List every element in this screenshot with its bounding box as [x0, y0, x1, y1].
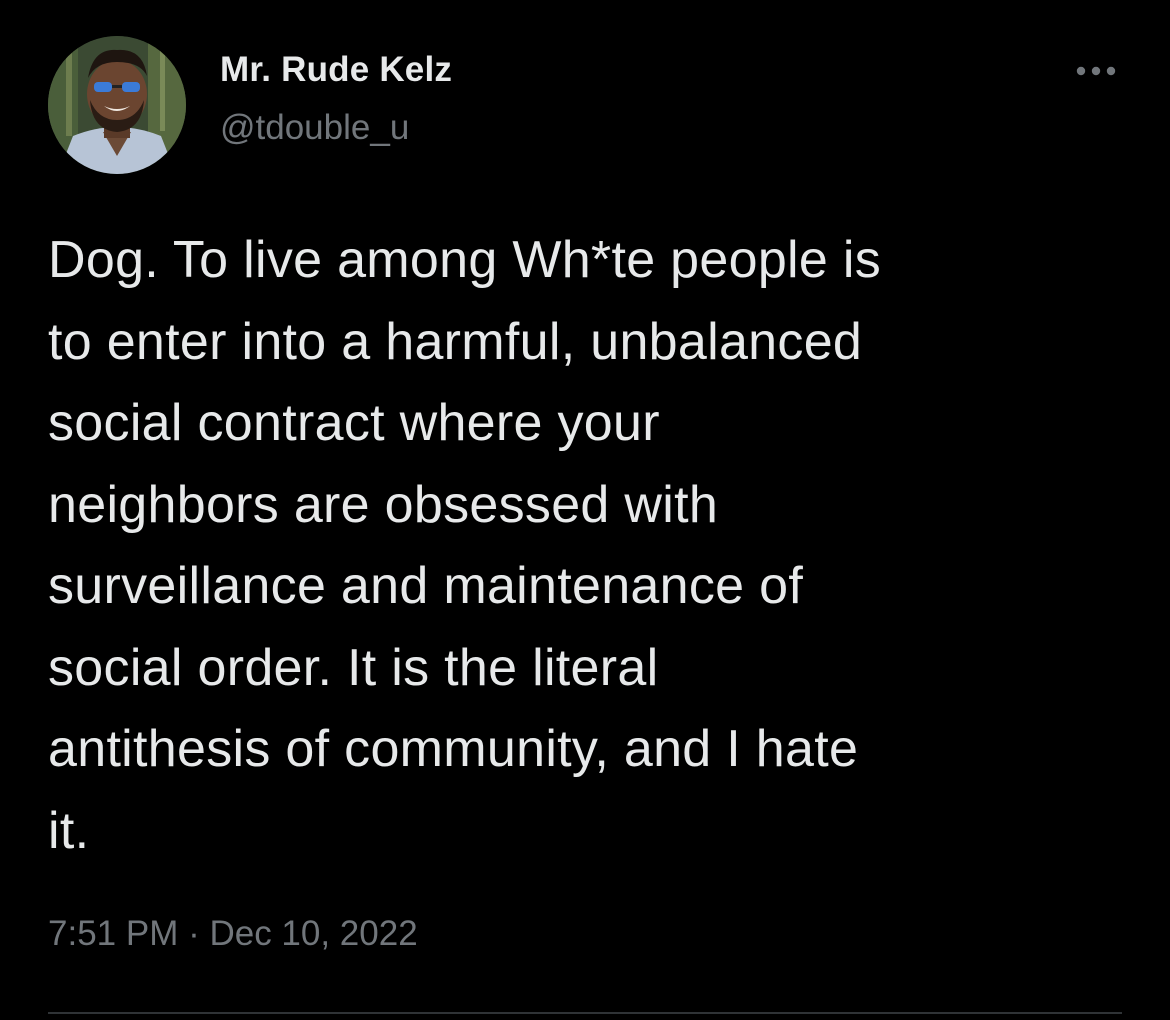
more-options-button[interactable]	[1068, 54, 1124, 90]
author-handle[interactable]: @tdouble_u	[220, 108, 409, 148]
author-display-name[interactable]: Mr. Rude Kelz	[220, 50, 452, 90]
more-horizontal-icon	[1076, 63, 1116, 81]
divider	[48, 1012, 1122, 1014]
tweet-timestamp[interactable]: 7:51 PM · Dec 10, 2022	[48, 914, 418, 954]
tweet: Mr. Rude Kelz @tdouble_u Dog. To live am…	[0, 0, 1170, 1020]
avatar[interactable]	[48, 36, 186, 174]
tweet-text: Dog. To live among Wh*te people is to en…	[48, 231, 882, 860]
